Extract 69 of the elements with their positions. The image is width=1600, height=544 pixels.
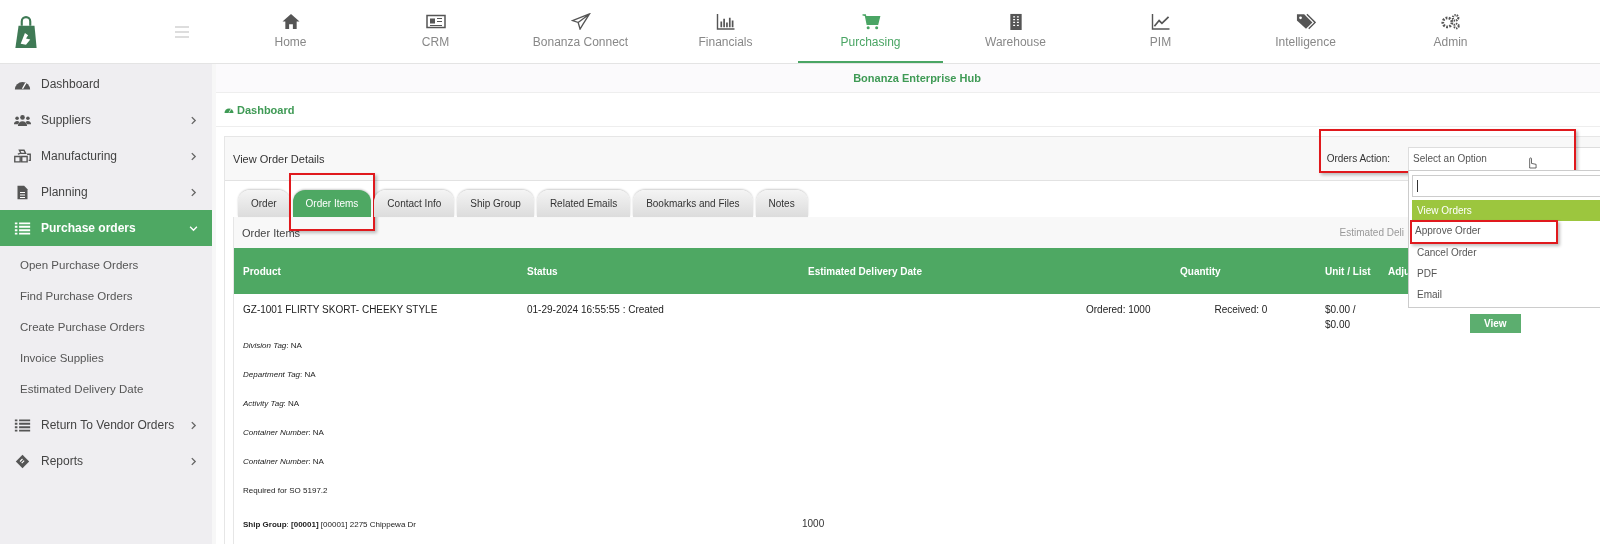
- column-header: Estimated Delivery Date: [808, 265, 922, 277]
- breadcrumb-link[interactable]: Dashboard: [224, 103, 295, 116]
- sidebar-item[interactable]: Suppliers: [0, 102, 212, 138]
- column-header: Unit / List: [1325, 265, 1371, 277]
- nav-tab[interactable]: Admin: [1378, 0, 1523, 63]
- house-icon: [280, 12, 301, 30]
- detail-line: Container Number: NA: [243, 457, 325, 468]
- ticket-icon: [14, 453, 31, 469]
- nav-tab[interactable]: Financials: [653, 0, 798, 63]
- nav-tab[interactable]: Warehouse: [943, 0, 1088, 63]
- sidebar-item[interactable]: Manufacturing: [0, 138, 212, 174]
- table-cell-text: Ordered: 1000: [1086, 304, 1151, 317]
- ship-group-line: Ship Group: [00001] [00001] 2275 Chippewa Dr: [243, 519, 417, 531]
- search-field[interactable]: [1412, 175, 1600, 197]
- line-chart-icon: [1150, 12, 1171, 30]
- table-cell-text: GZ-1001 FLIRTY SKORT- CHEEKY STYLE: [242, 304, 439, 317]
- detail-line: Container Number: NA: [243, 428, 325, 439]
- tab[interactable]: Related Emails: [536, 190, 631, 217]
- dropdown-option[interactable]: Email: [1412, 284, 1600, 305]
- card-title: Order Items: [242, 226, 301, 239]
- tab[interactable]: Ship Group: [457, 190, 534, 217]
- detail-note: Required for SO 5197.2: [243, 486, 329, 497]
- newspaper-icon: [425, 12, 446, 30]
- tags-icon: [1295, 12, 1316, 30]
- sidebar-subitem[interactable]: Create Purchase Orders: [0, 314, 212, 345]
- dropdown-option[interactable]: Cancel Order: [1412, 242, 1600, 263]
- sidebar-subitem[interactable]: Invoice Supplies: [0, 345, 212, 376]
- sidebar-item[interactable]: Dashboard: [0, 66, 212, 102]
- sidebar-item[interactable]: Reports: [0, 443, 212, 479]
- tab[interactable]: Notes: [755, 190, 808, 217]
- nav-tab[interactable]: Home: [218, 0, 363, 63]
- sidebar-item[interactable]: Return To Vendor Orders: [0, 407, 212, 443]
- sidebar-subitem[interactable]: Estimated Delivery Date: [0, 376, 212, 407]
- cart-icon: [860, 12, 881, 30]
- sidebar-subitem[interactable]: Find Purchase Orders: [0, 283, 212, 314]
- list-icon: [14, 417, 31, 433]
- column-header: Quantity: [1180, 265, 1221, 277]
- dropdown-option[interactable]: PDF: [1412, 263, 1600, 284]
- nav-tab[interactable]: Bonanza Connect: [508, 0, 653, 63]
- orders-action-label: Orders Action:: [1326, 153, 1390, 164]
- paper-plane-icon: [570, 12, 591, 30]
- card-side-label: Estimated Deli: [1339, 227, 1404, 238]
- menu-icon[interactable]: [174, 25, 190, 38]
- list-icon: [14, 220, 31, 236]
- orders-action-select[interactable]: Select an Option: [1408, 146, 1600, 171]
- panel-title: View Order Details: [233, 152, 326, 165]
- table-cell-text: 1000: [802, 517, 825, 531]
- table-cell-text: 01-29-2024 16:55:55 : Created: [526, 304, 665, 317]
- nav-tab[interactable]: CRM: [363, 0, 508, 63]
- detail-line: Activity Tag: NA: [243, 399, 301, 410]
- users-icon: [14, 112, 31, 128]
- nav-tab[interactable]: Intelligence: [1233, 0, 1378, 63]
- hub-title: Bonanza Enterprise Hub: [852, 72, 981, 84]
- column-header: Status: [527, 265, 558, 277]
- table-cell-text: $0.00: [1325, 319, 1352, 330]
- nav-tab[interactable]: PIM: [1088, 0, 1233, 63]
- detail-line: Department Tag: NA: [243, 370, 317, 381]
- bar-chart-icon: [715, 12, 736, 30]
- table-cell-text: $0.00 /: [1325, 304, 1357, 315]
- column-header: Product: [243, 265, 281, 277]
- table-cell-text: Received: 0: [1214, 304, 1268, 317]
- sidebar-subitem[interactable]: Open Purchase Orders: [0, 252, 212, 283]
- detail-line: Division Tag: NA: [243, 341, 303, 352]
- sidebar-item[interactable]: Planning: [0, 174, 212, 210]
- shopping-bag-logo: [14, 14, 38, 49]
- dropdown-option[interactable]: Approve Order: [1410, 220, 1558, 244]
- tab[interactable]: Order: [238, 190, 290, 217]
- tab[interactable]: Contact Info: [374, 190, 455, 217]
- tab[interactable]: Bookmarks and Files: [633, 190, 753, 217]
